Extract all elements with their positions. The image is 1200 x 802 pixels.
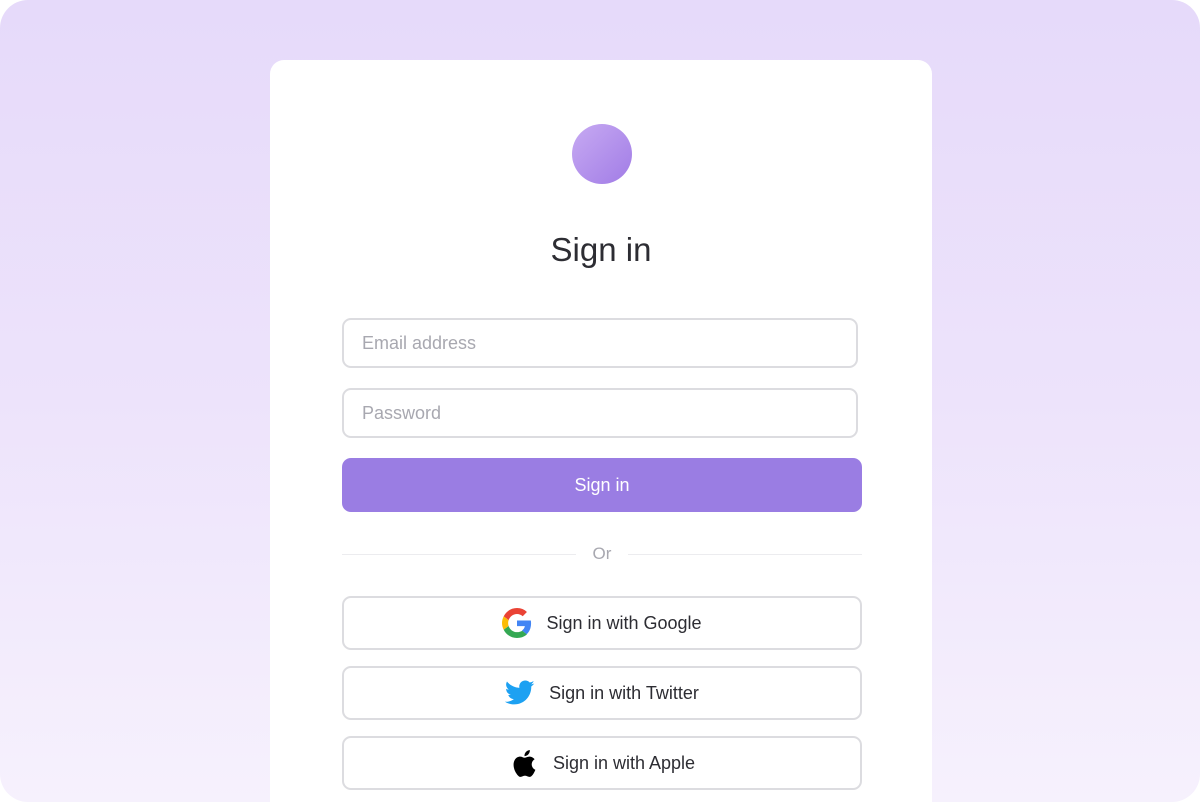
password-field[interactable] — [342, 388, 858, 438]
divider-line-right — [628, 554, 862, 555]
brand-logo — [572, 124, 632, 184]
email-field[interactable] — [342, 318, 858, 368]
divider-text: Or — [592, 544, 612, 563]
twitter-icon — [505, 678, 535, 708]
apple-icon — [509, 748, 539, 778]
app-background: Sign in Sign in Or Sign in with Google — [0, 0, 1200, 802]
divider-line-left — [342, 554, 576, 555]
sign-in-button[interactable]: Sign in — [342, 458, 862, 512]
google-sign-in-button[interactable]: Sign in with Google — [342, 596, 862, 650]
google-sign-in-label: Sign in with Google — [546, 612, 702, 633]
apple-sign-in-label: Sign in with Apple — [552, 752, 696, 773]
login-card: Sign in Sign in Or Sign in with Google — [270, 60, 932, 802]
page-title: Sign in — [550, 231, 652, 268]
twitter-sign-in-label: Sign in with Twitter — [549, 682, 699, 703]
twitter-sign-in-button[interactable]: Sign in with Twitter — [342, 666, 862, 720]
google-icon — [502, 608, 532, 638]
apple-sign-in-button[interactable]: Sign in with Apple — [342, 736, 862, 790]
